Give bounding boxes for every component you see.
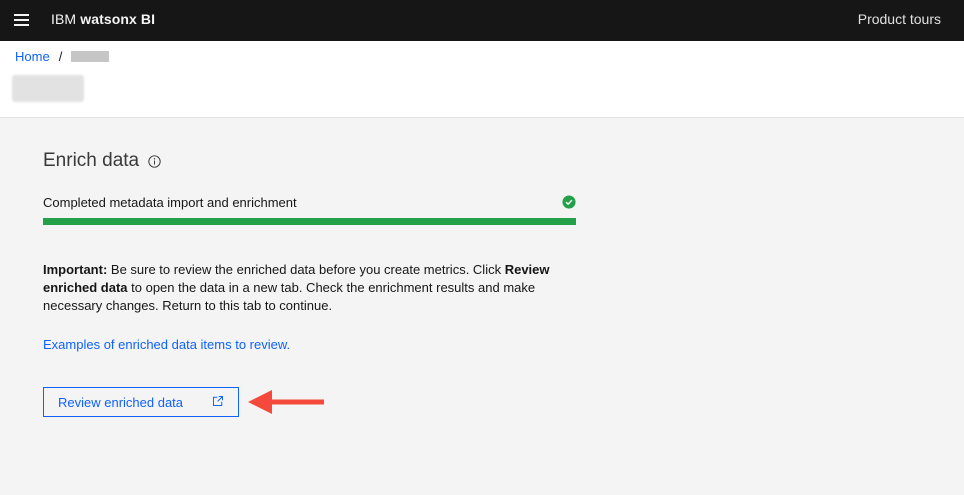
section-title-text: Enrich data [43,150,140,171]
top-navigation-bar: IBM watsonx BI Product tours [0,0,964,41]
important-notice: Important: Be sure to review the enriche… [43,261,563,315]
launch-icon [213,396,223,406]
breadcrumb-current-redacted [71,51,110,62]
info-icon[interactable] [148,154,161,168]
important-lead: Important: [43,262,108,277]
important-text-1: Be sure to review the enriched data befo… [107,262,505,277]
section-title: Enrich data [43,150,583,172]
page-header: Home / [0,41,964,118]
brand-name: watsonx BI [80,11,156,27]
page-title-redacted [12,75,84,102]
product-brand[interactable]: IBM watsonx BI [51,11,155,27]
breadcrumb: Home / [15,49,110,64]
progress-label: Completed metadata import and enrichment [43,195,297,210]
review-enriched-data-button[interactable]: Review enriched data [43,387,239,417]
check-circle-icon [562,195,576,209]
progress-bar-fill [43,218,576,225]
breadcrumb-home-link[interactable]: Home [15,49,50,64]
breadcrumb-separator: / [58,49,63,64]
review-button-label: Review enriched data [58,394,184,410]
annotation-arrow [248,390,324,414]
examples-link[interactable]: Examples of enriched data items to revie… [43,337,290,352]
enrich-data-panel: Enrich data Completed metadata import an… [43,150,583,417]
brand-prefix: IBM [51,11,77,27]
hamburger-menu-icon[interactable] [14,13,29,27]
product-tours-link[interactable]: Product tours [858,11,941,27]
progress-bar [43,218,576,225]
